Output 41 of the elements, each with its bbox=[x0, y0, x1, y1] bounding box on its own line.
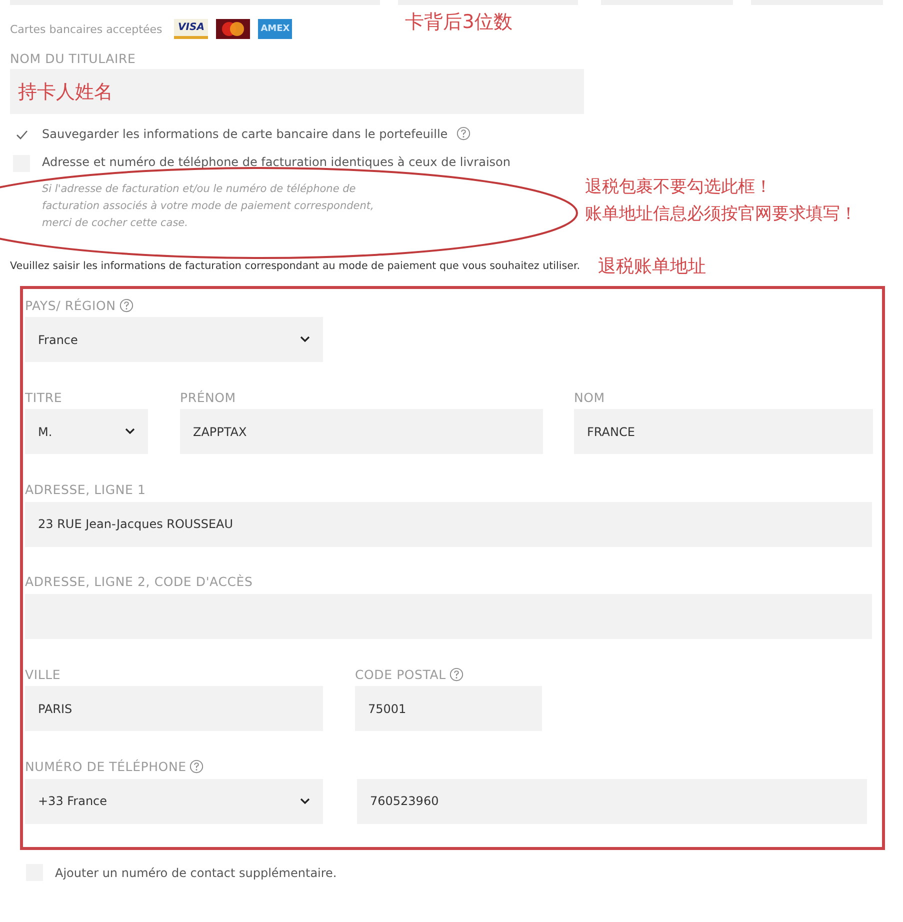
checkbox-label: Sauvegarder les informations de carte bancaire dans le portefeuille bbox=[42, 126, 448, 140]
input-field[interactable]: 持卡人姓名 bbox=[10, 69, 584, 114]
input-field[interactable]: PARIS bbox=[25, 686, 323, 732]
checkbox-label: Adresse et numéro de téléphone de facturation identiques à ceux de livraison bbox=[42, 155, 510, 169]
field-label: VILLE bbox=[25, 666, 61, 682]
input-field[interactable]: 75001 bbox=[355, 686, 542, 732]
help-icon[interactable] bbox=[456, 126, 471, 141]
card-logo: AMEX bbox=[258, 19, 292, 39]
help-icon[interactable] bbox=[118, 298, 134, 312]
help-icon[interactable] bbox=[189, 759, 204, 774]
card-logo bbox=[216, 19, 250, 39]
help-icon[interactable] bbox=[448, 666, 464, 682]
input-field[interactable]: 23 RUE Jean-Jacques ROUSSEAU bbox=[25, 502, 872, 547]
input-field[interactable]: 760523960 bbox=[357, 778, 867, 824]
accepted-cards-label: Cartes bancaires acceptées bbox=[10, 22, 162, 36]
field-label: ADRESSE, LIGNE 1 bbox=[25, 482, 146, 498]
select-field[interactable]: France bbox=[25, 317, 323, 362]
annotation-text: 退税包裹不要勾选此框！ bbox=[585, 176, 773, 198]
input-field[interactable]: FRANCE bbox=[574, 409, 873, 454]
check-icon bbox=[16, 130, 28, 140]
field-label: PAYS/ RÉGION bbox=[25, 298, 116, 312]
annotation-text: 退税账单地址 bbox=[598, 255, 706, 278]
helper-text: Si l'adresse de facturation et/ou le numéro de téléphone de facturation associés à votre mode de paiement correspondent, merci de cocher cette case. bbox=[42, 182, 375, 231]
caret-icon bbox=[300, 798, 310, 805]
caret-icon bbox=[300, 336, 310, 343]
select-field[interactable]: M. bbox=[25, 409, 148, 454]
field-label: NOM DU TITULAIRE bbox=[10, 50, 137, 68]
annotation-text: 账单地址信息必须按官网要求填写！ bbox=[585, 203, 857, 225]
field-label: TITRE bbox=[25, 390, 62, 405]
instruction-text: Veuillez saisir les informations de facturation correspondant au mode de paiement que vous souhaitez utiliser. bbox=[10, 260, 580, 272]
field-label: ADRESSE, LIGNE 2, CODE D'ACCÈS bbox=[25, 574, 253, 590]
field-label: CODE POSTAL bbox=[355, 666, 446, 682]
caret-icon bbox=[125, 428, 135, 436]
input-field[interactable]: ZAPPTAX bbox=[180, 409, 543, 454]
card-logo: VISA bbox=[174, 19, 208, 39]
annotation-text: 卡背后3位数 bbox=[405, 10, 512, 35]
field-label: NOM bbox=[574, 390, 605, 405]
field-label: PRÉNOM bbox=[180, 390, 236, 405]
checkbox-label: Ajouter un numéro de contact supplémentaire. bbox=[55, 866, 337, 880]
field-label: NUMÉRO DE TÉLÉPHONE bbox=[25, 759, 186, 774]
select-field[interactable]: +33 France bbox=[25, 778, 323, 824]
